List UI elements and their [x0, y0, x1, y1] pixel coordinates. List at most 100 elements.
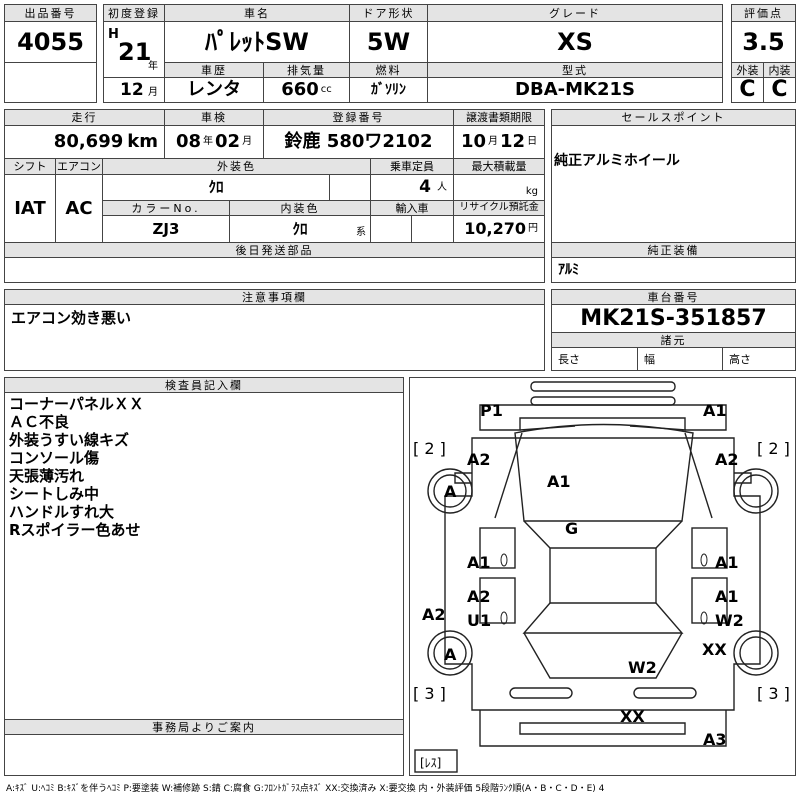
- mark-a2-left: A2: [467, 587, 491, 606]
- inspector-notes-label: 検査員記入欄: [4, 377, 404, 393]
- spec-length: 長さ: [551, 347, 638, 371]
- inspector-note-line: Rスポイラー色あせ: [9, 521, 141, 539]
- car-diagram-svg: P1 A1 [ 2 ] [ 2 ] A2 A2 A A1 G A1 A1 A2 …: [413, 381, 790, 773]
- registration-month: 12: [120, 80, 144, 100]
- color-number-label: カラーNo.: [102, 200, 230, 216]
- mark-wheel-fl: A: [444, 482, 457, 501]
- mark-a1-hood: A1: [547, 472, 571, 491]
- import-value-a: [370, 215, 412, 243]
- mark-g-glass: G: [565, 519, 578, 538]
- inspector-note-line: 天張薄汚れ: [9, 467, 85, 485]
- door-type-label: ドア形状: [349, 4, 428, 22]
- grade-value: XS: [427, 21, 723, 63]
- genuine-equipment-value: ｱﾙﾐ: [551, 257, 796, 283]
- import-value-b: [411, 215, 454, 243]
- chassis-number-label: 車台番号: [551, 289, 796, 305]
- inspector-note-line: ＡＣ不良: [9, 413, 70, 431]
- recycle-value: 10,270 円: [453, 215, 545, 243]
- first-registration-label: 初度登録: [103, 4, 165, 22]
- interior-grade-label: 内装: [763, 62, 796, 78]
- capacity-label: 乗車定員: [370, 158, 454, 175]
- registration-year: 21: [118, 38, 152, 66]
- mark-w2-right: W2: [715, 611, 744, 630]
- color-number-value: ZJ3: [102, 215, 230, 243]
- later-parts-value: [4, 257, 545, 283]
- lot-number-label: 出品番号: [4, 4, 97, 22]
- spec-width: 幅: [637, 347, 723, 371]
- import-label: 輸入車: [370, 200, 454, 216]
- aircon-label: エアコン: [55, 158, 103, 175]
- mark-w2-rear: W2: [628, 658, 657, 677]
- mark-bracket-rr: [ 3 ]: [757, 684, 790, 703]
- exterior-color-value: ｸﾛ: [102, 174, 330, 201]
- mark-xx-rr: XX: [702, 640, 727, 659]
- exterior-color-label: 外装色: [102, 158, 371, 175]
- inspection-label: 車検: [164, 109, 264, 126]
- sales-point-label: セールスポイント: [551, 109, 796, 126]
- mark-a2-side: A2: [422, 605, 446, 624]
- displacement-label: 排気量: [263, 62, 350, 78]
- max-load-label: 最大積載量: [453, 158, 545, 175]
- aircon-value: AC: [55, 174, 103, 243]
- interior-color-label: 内装色: [229, 200, 371, 216]
- caution-label: 注意事項欄: [4, 289, 545, 305]
- inspector-note-line: シートしみ中: [9, 485, 100, 503]
- mark-xx-bumper: XX: [620, 707, 645, 726]
- spec-height: 高さ: [722, 347, 796, 371]
- interior-grade-value: C: [763, 77, 796, 103]
- mark-a1-front: A1: [703, 401, 727, 420]
- specs-label: 諸元: [551, 332, 796, 348]
- car-name-label: 車名: [164, 4, 350, 22]
- fuel-label: 燃料: [349, 62, 428, 78]
- inspector-note-line: 外装うすい線キズ: [9, 431, 130, 449]
- model-value: DBA-MK21S: [427, 77, 723, 103]
- history-label: 車歴: [164, 62, 264, 78]
- car-diagram: P1 A1 [ 2 ] [ 2 ] A2 A2 A A1 G A1 A1 A2 …: [409, 377, 796, 776]
- mark-bracket-rl: [ 3 ]: [413, 684, 446, 703]
- mileage-value: 80,699 km: [4, 125, 165, 159]
- inspector-note-line: コンソール傷: [9, 449, 100, 467]
- sales-point-value: 純正アルミホイール: [551, 125, 796, 243]
- mark-a2-fl: A2: [467, 450, 491, 469]
- plate-label: 登録番号: [263, 109, 454, 126]
- inspector-notes-list: コーナーパネルＸＸ ＡＣ不良 外装うすい線キズ コンソール傷 天張薄汚れ シート…: [9, 395, 144, 539]
- inspector-note-line: コーナーパネルＸＸ: [9, 395, 144, 413]
- lot-number-value: 4055: [4, 21, 97, 63]
- score-value: 3.5: [731, 21, 796, 63]
- grade-label: グレード: [427, 4, 723, 22]
- year-unit: 年: [148, 61, 158, 72]
- max-load-value: kg: [453, 174, 545, 201]
- month-unit: 月: [148, 87, 158, 98]
- first-registration-month-cell: 12 月: [103, 77, 165, 103]
- transfer-deadline-value: 10 月 12 日: [453, 125, 545, 159]
- damage-legend: A:ｷｽﾞ U:ﾍｺﾐ B:ｷｽﾞを伴うﾍｺﾐ P:要塗装 W:補修跡 S:錆 …: [6, 784, 605, 794]
- recycle-label: リサイクル預託金: [453, 200, 545, 216]
- shift-value: IAT: [4, 174, 56, 243]
- inspection-value: 08 年 02 月: [164, 125, 264, 159]
- mark-less: [ﾚｽ]: [420, 756, 441, 770]
- car-name-value: ﾊﾟﾚｯﾄSW: [164, 21, 350, 63]
- genuine-equipment-label: 純正装備: [551, 242, 796, 258]
- office-info-label: 事務局よりご案内: [4, 719, 404, 735]
- first-registration-year-cell: H 21 年: [103, 21, 165, 78]
- mileage-label: 走行: [4, 109, 165, 126]
- plate-value: 鈴鹿 580ワ2102: [263, 125, 454, 159]
- model-label: 型式: [427, 62, 723, 78]
- chassis-number-value: MK21S-351857: [551, 304, 796, 333]
- fuel-value: ｶﾞｿﾘﾝ: [349, 77, 428, 103]
- lot-number-blank: [4, 62, 97, 103]
- displacement-value: 660 cc: [263, 77, 350, 103]
- mark-a1-right2: A1: [715, 587, 739, 606]
- capacity-value: 4人: [370, 174, 454, 201]
- shift-label: シフト: [4, 158, 56, 175]
- mark-a1-right: A1: [715, 553, 739, 572]
- inspector-note-line: ハンドルすれ大: [9, 503, 115, 521]
- mark-p1: P1: [480, 401, 503, 420]
- mark-bracket-fl: [ 2 ]: [413, 439, 446, 458]
- mark-a1-left: A1: [467, 553, 491, 572]
- door-type-value: 5W: [349, 21, 428, 63]
- exterior-color-blank: [329, 174, 371, 201]
- score-label: 評価点: [731, 4, 796, 22]
- transfer-deadline-label: 譲渡書類期限: [453, 109, 545, 126]
- mark-a3-rear: A3: [703, 730, 727, 749]
